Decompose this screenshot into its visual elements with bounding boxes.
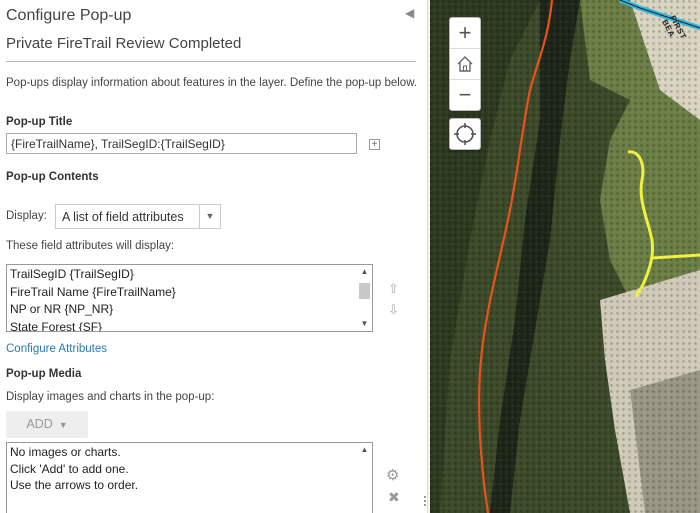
map-view[interactable]: + − FIRST BEA <box>430 0 700 513</box>
layer-name: Private FireTrail Review Completed <box>6 35 242 52</box>
arrow-up-icon[interactable]: ⇧ <box>388 281 399 297</box>
scroll-down-icon[interactable]: ▼ <box>357 317 372 331</box>
close-icon[interactable]: ✖ <box>388 489 400 506</box>
list-item[interactable]: FireTrail Name {FireTrailName} <box>10 284 176 302</box>
zoom-out-button[interactable]: − <box>450 80 480 110</box>
scroll-thumb[interactable] <box>359 283 370 299</box>
popup-contents-heading: Pop-up Contents <box>6 171 99 183</box>
home-icon <box>457 56 473 72</box>
scrollbar[interactable]: ▲ <box>357 443 372 513</box>
scroll-up-icon[interactable]: ▲ <box>357 265 372 279</box>
list-item[interactable]: NP or NR {NP_NR} <box>10 301 176 319</box>
divider <box>6 61 416 62</box>
gear-icon[interactable]: ⚙ <box>386 466 399 484</box>
zoom-in-button[interactable]: + <box>450 18 480 49</box>
collapse-left-icon[interactable]: ◀ <box>405 6 414 20</box>
locate-button[interactable] <box>449 118 481 150</box>
configure-attributes-link[interactable]: Configure Attributes <box>6 343 107 355</box>
panel-title: Configure Pop-up <box>6 7 132 24</box>
list-item[interactable]: State Forest {SF} <box>10 319 176 332</box>
media-line: No images or charts. <box>10 445 121 459</box>
list-item[interactable]: TrailSegID {TrailSegID} <box>10 266 176 284</box>
display-select-value: A list of field attributes <box>62 210 184 224</box>
scrollbar[interactable]: ▲ ▼ <box>357 265 372 331</box>
zoom-control: + − <box>449 17 481 111</box>
media-line: Click 'Add' to add one. <box>10 461 129 476</box>
caret-down-icon: ▼ <box>56 420 68 430</box>
arrow-down-icon[interactable]: ⇩ <box>388 302 399 318</box>
chevron-down-icon[interactable]: ▼ <box>199 205 220 228</box>
plus-box-icon[interactable]: + <box>369 139 380 150</box>
popup-title-input[interactable] <box>6 133 357 154</box>
display-select[interactable]: A list of field attributes ▼ <box>55 204 221 229</box>
display-label: Display: <box>6 210 47 222</box>
media-note: Display images and charts in the pop-up: <box>6 391 215 403</box>
add-media-button[interactable]: ADD ▼ <box>6 411 88 438</box>
popup-title-heading: Pop-up Title <box>6 116 73 128</box>
media-line: Use the arrows to order. <box>10 478 139 492</box>
popup-media-heading: Pop-up Media <box>6 368 82 380</box>
configure-popup-panel: Configure Pop-up ◀ Private FireTrail Rev… <box>0 0 427 513</box>
panel-description: Pop-ups display information about featur… <box>6 77 418 89</box>
locate-icon <box>454 123 476 145</box>
home-button[interactable] <box>450 49 480 80</box>
scroll-up-icon[interactable]: ▲ <box>357 443 372 457</box>
add-button-label: ADD <box>26 417 53 431</box>
media-list[interactable]: No images or charts. Click 'Add' to add … <box>6 442 373 513</box>
fields-note: These field attributes will display: <box>6 240 175 252</box>
resize-grip[interactable] <box>424 496 426 508</box>
field-attributes-list[interactable]: TrailSegID {TrailSegID} FireTrail Name {… <box>6 264 373 332</box>
